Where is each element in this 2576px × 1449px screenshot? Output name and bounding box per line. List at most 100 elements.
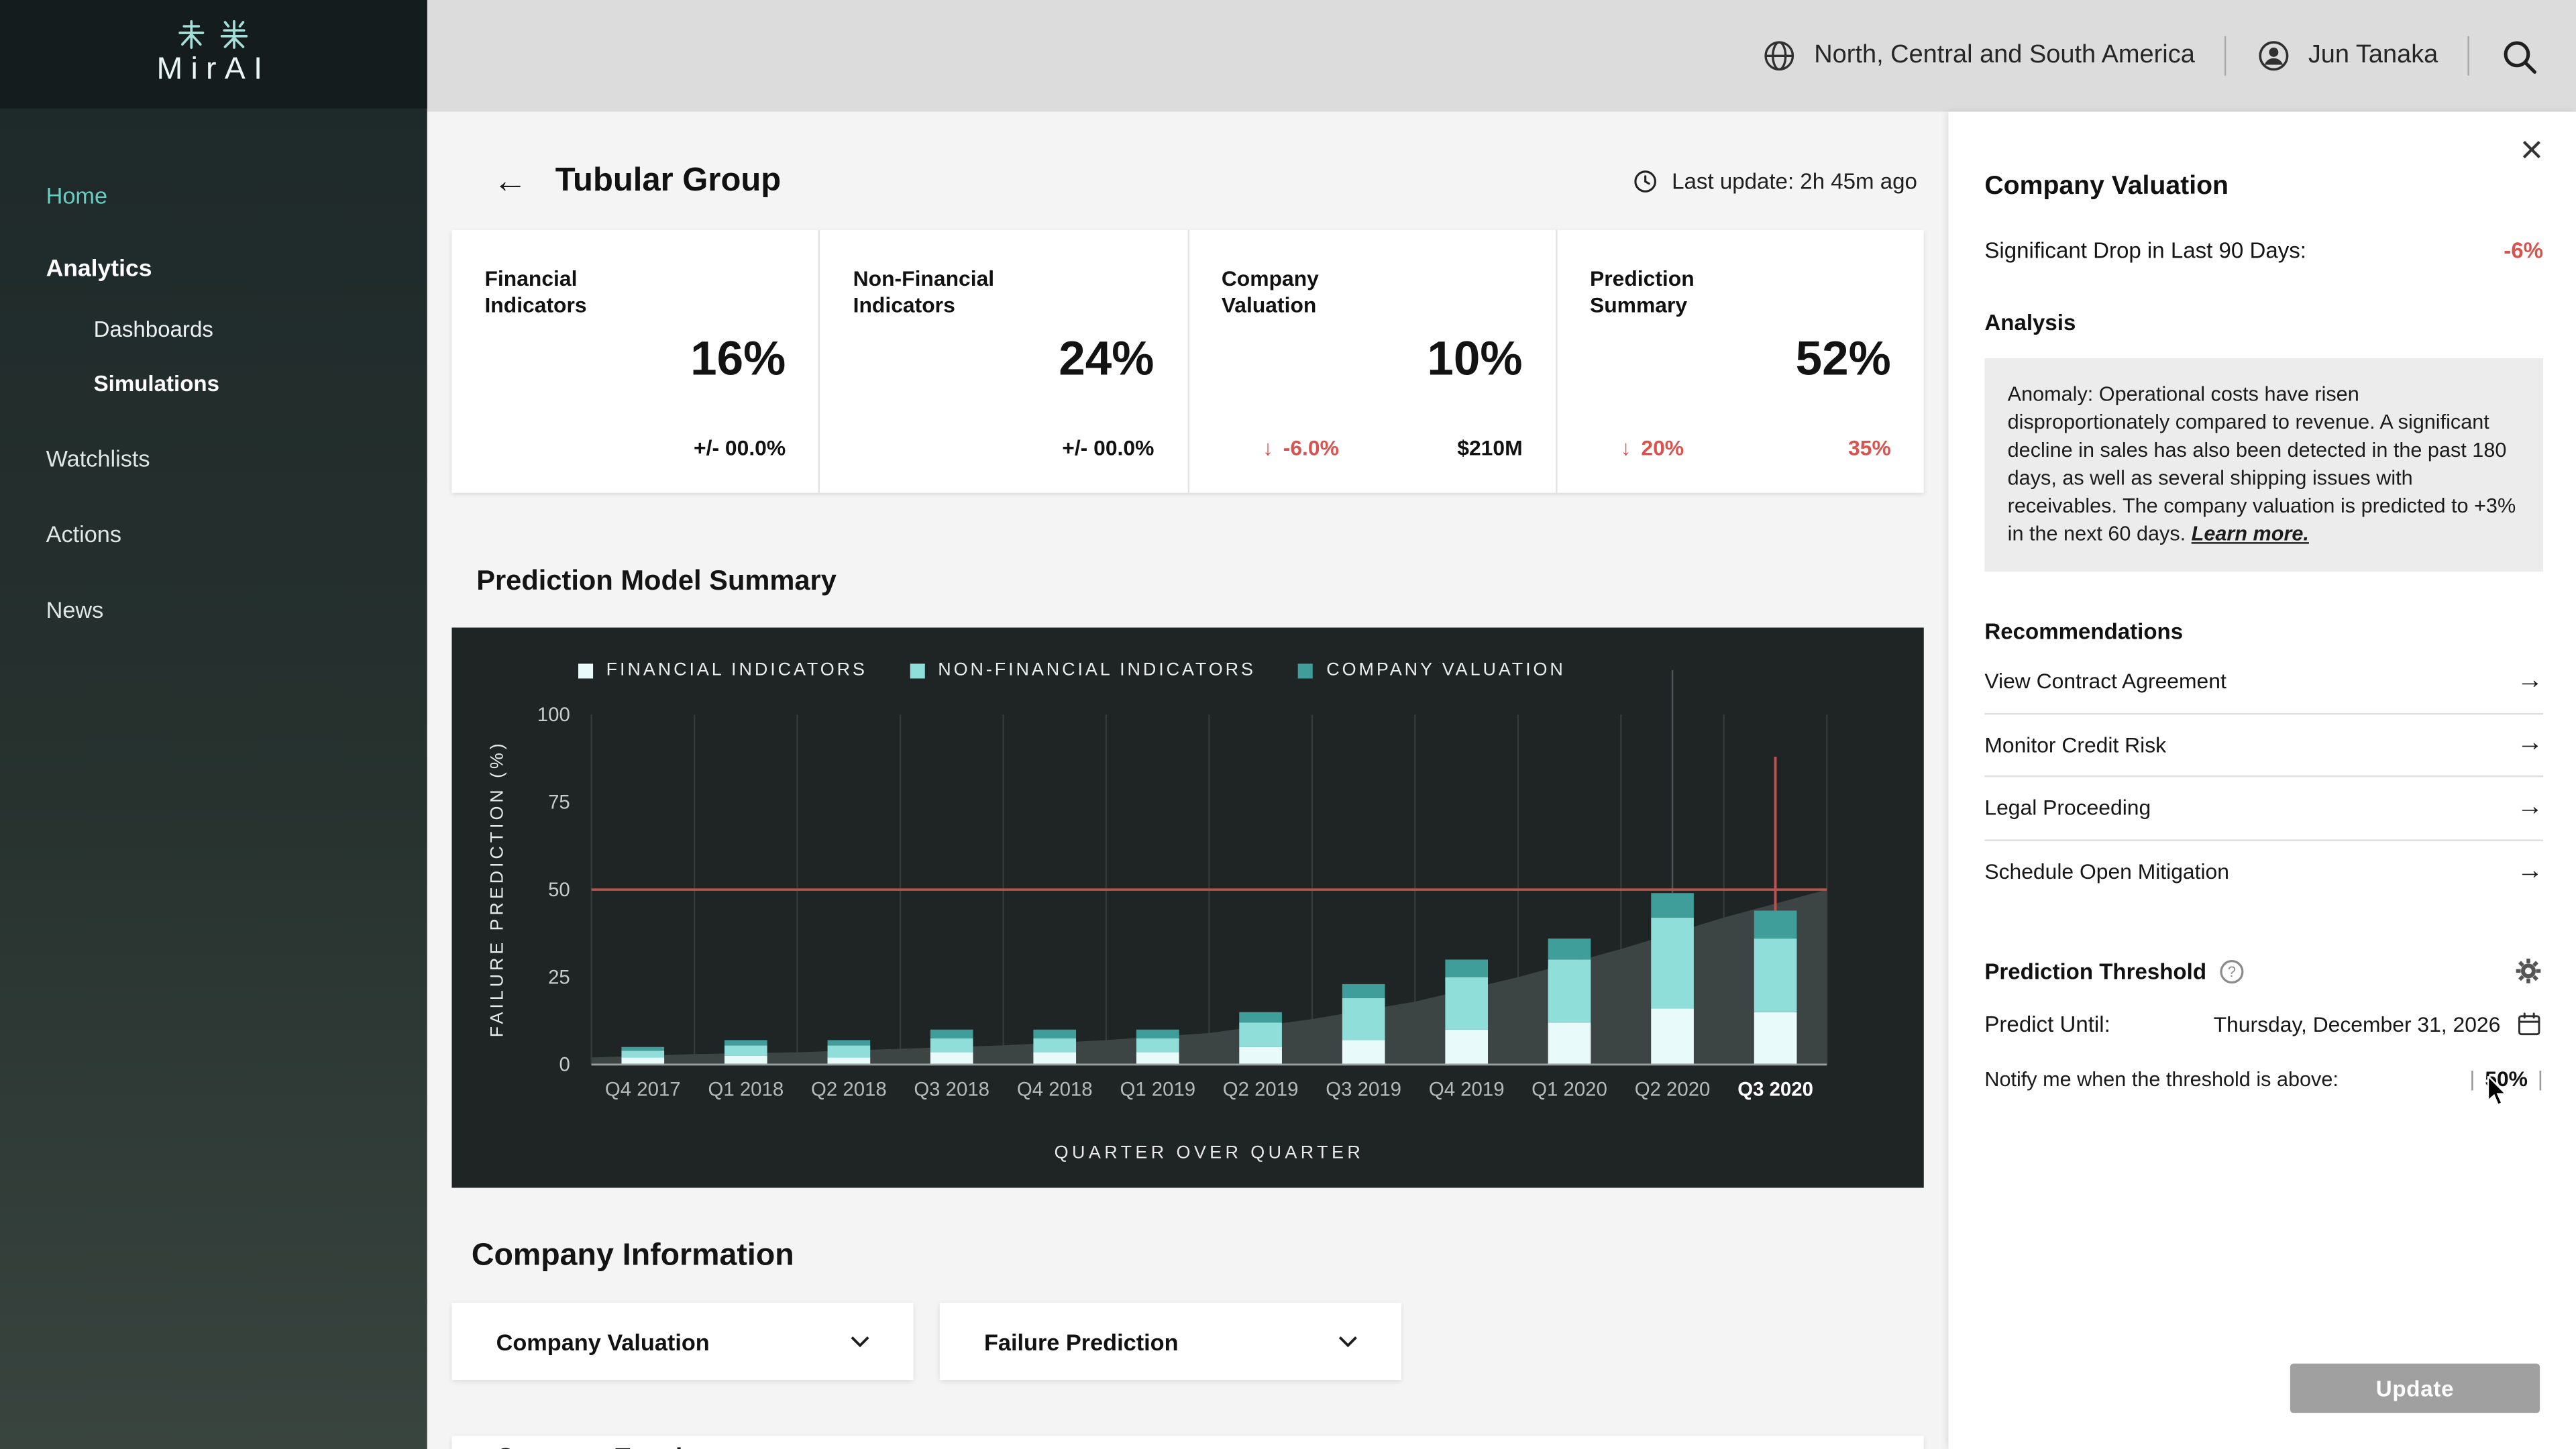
kpi-prediction-summary: Prediction Summary 52% ↓ 20% 35% [1557,230,1924,493]
analysis-text: Anomaly: Operational costs have risen di… [2008,383,2516,545]
recommendation-view-contract-agreement[interactable]: View Contract Agreement → [1984,651,2543,714]
kpi-value: 24% [853,333,1155,388]
kpi-value: 52% [1590,333,1891,388]
svg-text:25: 25 [548,966,570,988]
user-menu[interactable]: Jun Tanaka [2255,38,2438,74]
partial-section: Company Trends [451,1436,1923,1449]
svg-text:0: 0 [559,1054,570,1076]
svg-text:Q2 2020: Q2 2020 [1635,1078,1711,1100]
svg-text:Q4 2017: Q4 2017 [605,1078,681,1100]
slider-handle[interactable]: | [2469,1066,2475,1091]
recommendation-schedule-open-mitigation[interactable]: Schedule Open Mitigation → [1984,841,2543,904]
svg-text:Q3 2020: Q3 2020 [1737,1078,1813,1100]
kpi-value: 16% [484,333,786,388]
svg-text:Q4 2018: Q4 2018 [1017,1078,1093,1100]
recommendation-label: Monitor Credit Risk [1984,733,2166,757]
main-content: ← Tubular Group Last update: 2h 45m ago … [427,112,1949,1449]
kpi-label: Financial Indicators [484,266,678,319]
kpi-delta: -6.0% [1283,435,1339,460]
sidebar-item-simulations[interactable]: Simulations [94,370,427,399]
gear-icon[interactable] [2514,956,2543,985]
sidebar-item-news[interactable]: News [46,595,427,625]
logo-text: MirAI [156,52,270,89]
analysis-box: Anomaly: Operational costs have risen di… [1984,358,2543,572]
logo[interactable]: MirAI [0,0,427,109]
kpi-company-valuation: Company Valuation 10% ↓-6.0% $210M [1189,230,1557,493]
search-button[interactable] [2499,36,2540,76]
kpi-non-financial-indicators: Non-Financial Indicators 24% +/- 00.0% [820,230,1189,493]
predict-until-label: Predict Until: [1984,1012,2110,1037]
sidebar-item-analytics[interactable]: Analytics [46,255,427,284]
close-icon[interactable]: × [2520,131,2543,171]
clock-icon [1631,167,1659,195]
svg-text:Q2 2018: Q2 2018 [811,1078,887,1100]
sidebar-item-home[interactable]: Home [46,180,427,210]
chart-x-axis-label: QUARTER OVER QUARTER [592,1143,1827,1163]
recommendation-label: Legal Proceeding [1984,796,2151,820]
analysis-heading: Analysis [1984,311,2543,335]
recommendation-label: View Contract Agreement [1984,669,2226,694]
down-arrow-icon: ↓ [1621,435,1631,460]
sidebar-item-watchlists[interactable]: Watchlists [46,443,427,473]
mouse-cursor [2485,1076,2510,1109]
kpi-card: Financial Indicators 16% +/- 00.0% Non-F… [451,230,1923,493]
notify-threshold-row: Notify me when the threshold is above: |… [1984,1066,2543,1091]
predict-until-value: Thursday, December 31, 2026 [2214,1012,2501,1037]
help-icon[interactable]: ? [2220,959,2245,983]
back-arrow-icon[interactable]: ← [493,164,527,198]
significant-drop-row: Significant Drop in Last 90 Days: -6% [1984,238,2543,263]
kpi-delta: 20% [1641,435,1684,460]
last-update: Last update: 2h 45m ago [1631,167,1924,195]
predict-until-row: Predict Until: Thursday, December 31, 20… [1984,1010,2543,1038]
dropdown-company-valuation[interactable]: Company Valuation [451,1303,913,1380]
dropdown-label: Failure Prediction [984,1328,1179,1354]
sidebar-item-actions[interactable]: Actions [46,519,427,549]
kpi-label: Non-Financial Indicators [853,266,1047,319]
sidebar: MirAI Home Analytics Dashboards Simulati… [0,0,427,1449]
company-info-dropdowns: Company Valuation Failure Prediction [451,1303,1948,1380]
arrow-right-icon: → [2517,793,2543,822]
sidebar-nav: Home Analytics Dashboards Simulations Wa… [0,180,427,624]
region-selector[interactable]: North, Central and South America [1762,38,2195,74]
topbar: North, Central and South America Jun Tan… [427,0,2576,112]
svg-text:Q3 2018: Q3 2018 [914,1078,989,1100]
svg-text:Q1 2020: Q1 2020 [1532,1078,1607,1100]
recommendations-heading: Recommendations [1984,619,2543,644]
dropdown-label: Company Valuation [496,1328,710,1354]
kpi-delta: +/- 00.0% [1062,435,1154,460]
kpi-label: Prediction Summary [1590,266,1784,319]
prediction-threshold-row: Prediction Threshold ? [1984,956,2543,985]
arrow-right-icon: → [2517,667,2543,696]
kpi-label: Company Valuation [1222,266,1415,319]
chevron-down-icon [1334,1328,1362,1356]
kpi-value: 10% [1222,333,1523,388]
detail-panel: × Company Valuation Significant Drop in … [1948,112,2576,1449]
section-title-prediction-model: Prediction Model Summary [476,565,1948,601]
globe-icon [1762,38,1798,74]
recommendation-legal-proceeding[interactable]: Legal Proceeding → [1984,777,2543,840]
svg-text:Q2 2019: Q2 2019 [1223,1078,1299,1100]
svg-text:?: ? [2228,963,2236,979]
learn-more-link[interactable]: Learn more. [2192,523,2309,545]
update-button[interactable]: Update [2290,1364,2540,1413]
notify-label: Notify me when the threshold is above: [1984,1067,2339,1090]
recommendation-monitor-credit-risk[interactable]: Monitor Credit Risk → [1984,714,2543,777]
page-title: Tubular Group [555,162,782,199]
chevron-down-icon [846,1328,874,1356]
kpi-delta-2: 35% [1848,435,1891,460]
section-title-company-information: Company Information [472,1239,1949,1279]
slider-handle[interactable]: | [2538,1066,2543,1091]
calendar-icon[interactable] [2515,1010,2543,1038]
arrow-right-icon: → [2517,730,2543,759]
prediction-chart: FINANCIAL INDICATORSNON-FINANCIAL INDICA… [451,628,1923,1188]
sidebar-item-dashboards[interactable]: Dashboards [94,315,427,345]
search-icon [2499,36,2540,76]
threshold-title: Prediction Threshold [1984,959,2206,983]
partial-section-title: Company Trends [496,1444,696,1449]
kpi-financial-indicators: Financial Indicators 16% +/- 00.0% [451,230,820,493]
app-root: MirAI Home Analytics Dashboards Simulati… [0,0,2576,1449]
logo-kanji-icon [177,19,250,49]
svg-text:Q1 2019: Q1 2019 [1120,1078,1195,1100]
drop-value: -6% [2504,238,2543,263]
dropdown-failure-prediction[interactable]: Failure Prediction [940,1303,1401,1380]
